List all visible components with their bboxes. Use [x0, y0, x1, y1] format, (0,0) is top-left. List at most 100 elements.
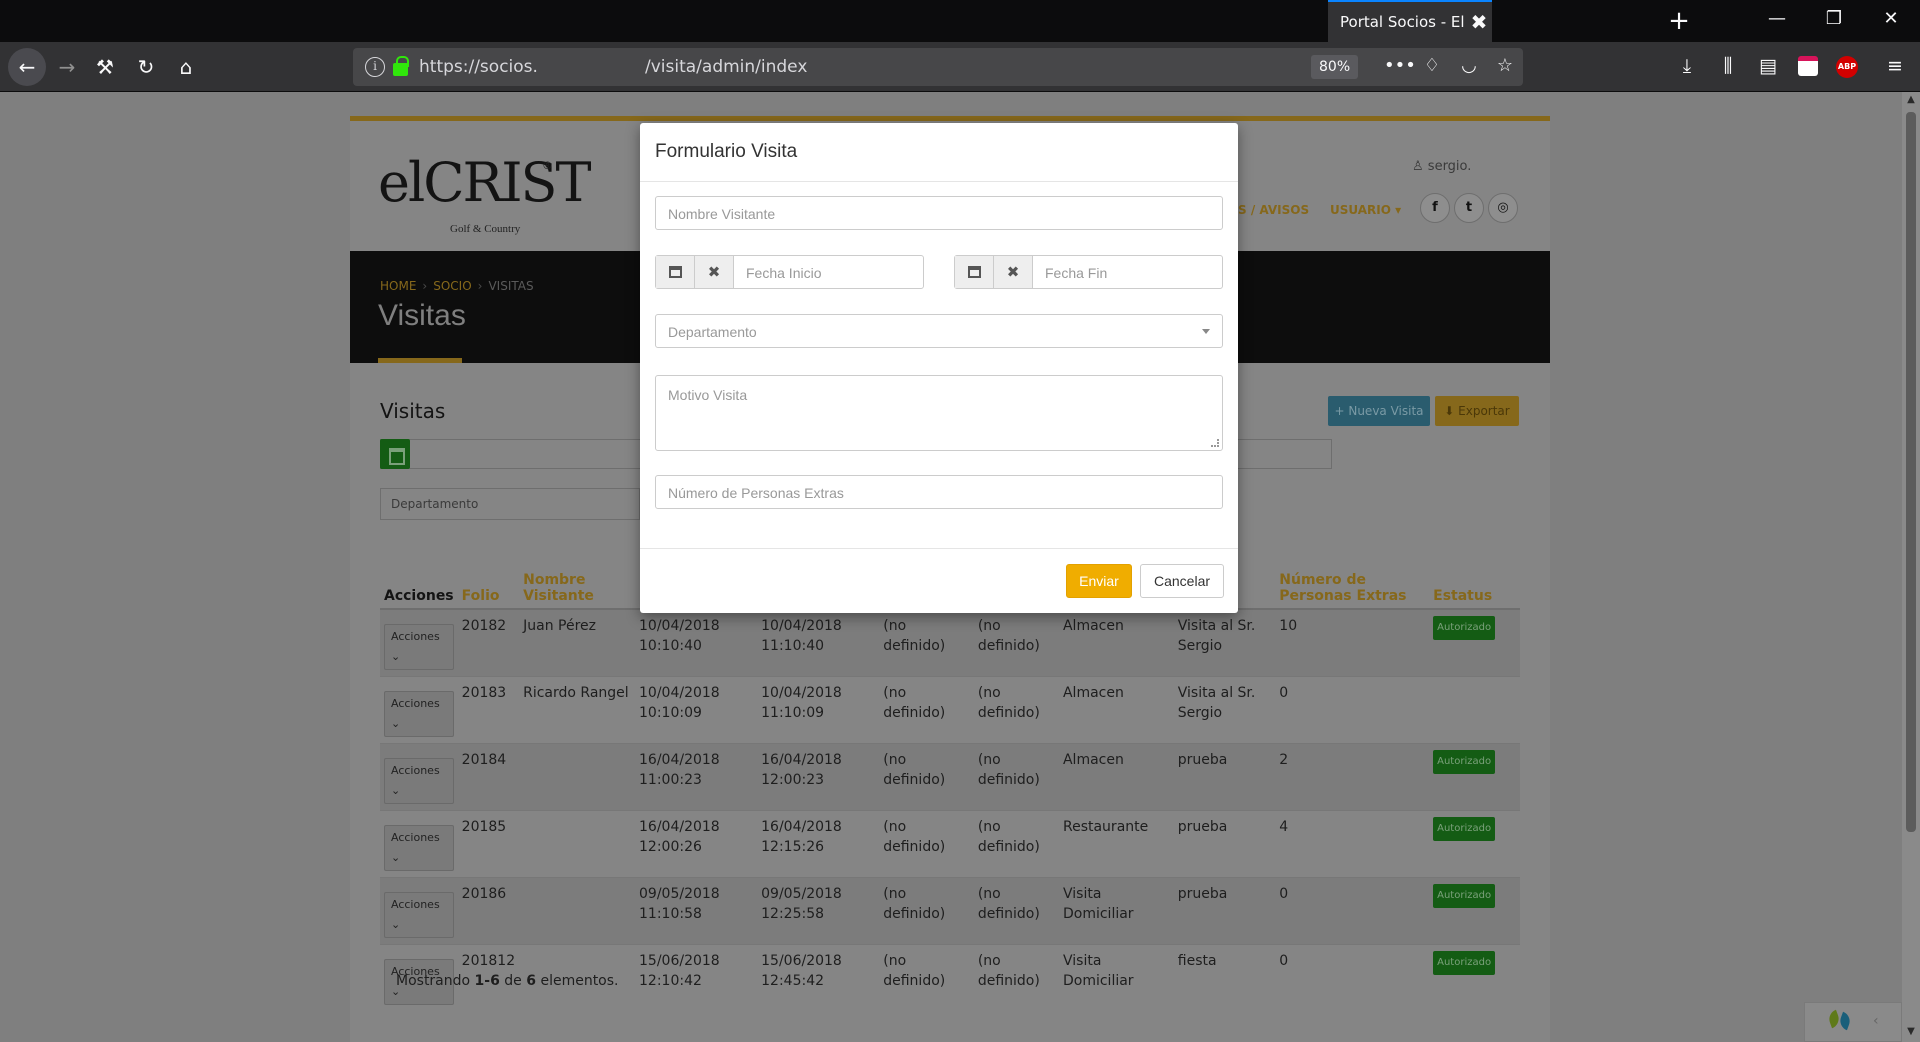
bookmark-star-icon[interactable]: ☆: [1493, 55, 1517, 76]
restore-icon[interactable]: ❐: [1819, 8, 1849, 29]
scrollbar-thumb[interactable]: [1906, 112, 1916, 832]
header-personas-extras[interactable]: Número de Personas Extras: [1275, 565, 1430, 610]
cell-col6: (no definido): [973, 608, 1059, 677]
back-arrow-icon[interactable]: ←: [8, 48, 46, 86]
end-date-field[interactable]: ✖ Fecha Fin: [954, 255, 1223, 289]
summary-total: 6: [526, 973, 536, 989]
zoom-level[interactable]: 80%: [1311, 55, 1359, 79]
new-visit-button[interactable]: + Nueva Visita: [1328, 396, 1430, 426]
sidebar-icon[interactable]: ▤: [1755, 55, 1781, 77]
user-name[interactable]: ♙ sergio.: [1412, 159, 1471, 174]
browser-toolbar: ← → ⚒ ↻ ⌂ i https://socios. /visita/admi…: [0, 42, 1920, 92]
row-actions-dropdown[interactable]: Acciones ⌄: [384, 825, 454, 871]
cell-departamento-text: Visita Domiciliar: [1062, 886, 1134, 922]
logo-registered-mark: ®: [542, 159, 553, 172]
cell-fin: 10/04/2018 11:10:09: [757, 676, 880, 744]
lock-icon[interactable]: [393, 56, 409, 76]
menu-avisos[interactable]: S / AVISOS: [1238, 203, 1309, 217]
row-actions-dropdown[interactable]: Acciones ⌄: [384, 892, 454, 938]
reload-icon[interactable]: ↻: [129, 50, 163, 84]
home-icon[interactable]: ⌂: [169, 50, 203, 84]
modal-header: Formulario Visita: [640, 123, 1238, 182]
cell-motivo: Visita al Sr. Sergio: [1173, 608, 1276, 677]
cell-fin: 09/05/2018 12:25:58: [757, 877, 880, 945]
cell-estatus: Autorizado: [1429, 810, 1520, 878]
resize-handle-icon[interactable]: [1211, 439, 1219, 447]
hamburger-menu-icon[interactable]: ≡: [1882, 55, 1908, 77]
cell-extras-text: 0: [1279, 685, 1289, 701]
instagram-icon[interactable]: ◎: [1488, 193, 1518, 223]
start-date-field[interactable]: ✖ Fecha Inicio: [655, 255, 924, 289]
clear-date-icon[interactable]: ✖: [695, 256, 734, 288]
cell-col5-text: (no definido): [883, 953, 946, 989]
scroll-down-icon[interactable]: ▼: [1902, 1026, 1920, 1037]
export-button[interactable]: ⬇ Exportar: [1435, 396, 1519, 426]
cell-col6-text: (no definido): [977, 618, 1040, 654]
calendar-icon[interactable]: [955, 256, 994, 288]
cell-col6-text: (no definido): [977, 886, 1040, 922]
extra-people-input[interactable]: Número de Personas Extras: [655, 475, 1223, 509]
visit-reason-textarea[interactable]: Motivo Visita: [655, 375, 1223, 451]
visitor-name-input[interactable]: Nombre Visitante: [655, 196, 1223, 230]
page-scrollbar[interactable]: ▲ ▼: [1902, 92, 1920, 1042]
bulb-icon[interactable]: ♢: [1420, 55, 1444, 76]
minimize-icon[interactable]: —: [1762, 8, 1792, 29]
cell-col5-text: (no definido): [883, 752, 946, 788]
wrench-icon[interactable]: ⚒: [88, 50, 122, 84]
cell-folio: 20183: [457, 676, 520, 744]
submit-button[interactable]: Enviar: [1066, 564, 1132, 598]
scroll-up-icon[interactable]: ▲: [1902, 94, 1920, 105]
cell-inicio-text: 16/04/2018 11:00:23: [639, 752, 720, 788]
downloads-icon[interactable]: ⤓: [1674, 55, 1700, 77]
cell-folio: 20186: [457, 877, 520, 945]
cell-inicio: 15/06/2018 12:10:42: [635, 944, 758, 1011]
cell-inicio: 16/04/2018 11:00:23: [635, 743, 758, 811]
new-tab-button[interactable]: +: [1664, 6, 1694, 36]
department-select[interactable]: Departamento: [655, 314, 1223, 348]
row-actions-dropdown[interactable]: Acciones ⌄: [384, 758, 454, 804]
cell-motivo: prueba: [1173, 810, 1276, 878]
header-folio[interactable]: Folio: [457, 565, 520, 610]
cell-col5-text: (no definido): [883, 685, 946, 721]
extension-icon[interactable]: [1798, 56, 1818, 76]
cell-col6: (no definido): [973, 676, 1059, 744]
facebook-icon[interactable]: f: [1420, 193, 1450, 223]
header-nombre[interactable]: Nombre Visitante: [519, 565, 636, 610]
pocket-icon[interactable]: ◡: [1457, 55, 1481, 76]
row-actions-dropdown[interactable]: Acciones ⌄: [384, 691, 454, 737]
twitter-icon[interactable]: t: [1454, 193, 1484, 223]
menu-usuario[interactable]: USUARIO ▾: [1330, 203, 1401, 217]
adblock-icon[interactable]: ABP: [1836, 56, 1858, 78]
cell-fin: 16/04/2018 12:00:23: [757, 743, 880, 811]
breadcrumb-socio[interactable]: SOCIO: [433, 279, 471, 293]
calendar-icon[interactable]: [380, 439, 410, 469]
yii-logo-icon[interactable]: [1829, 1011, 1853, 1035]
cancel-button[interactable]: Cancelar: [1140, 564, 1224, 598]
cell-inicio-text: 15/06/2018 12:10:42: [639, 953, 720, 989]
browser-tab[interactable]: Portal Socios - El ✖: [1328, 0, 1492, 42]
clear-date-icon[interactable]: ✖: [994, 256, 1033, 288]
department-filter[interactable]: Departamento: [380, 488, 640, 520]
debug-toolbar[interactable]: ‹: [1804, 1002, 1902, 1042]
site-logo[interactable]: elCRIST: [378, 151, 592, 214]
url-bar[interactable]: i https://socios. /visita/admin/index 80…: [353, 48, 1523, 86]
cell-col5: (no definido): [879, 944, 974, 1011]
cell-motivo: prueba: [1173, 877, 1276, 945]
chevron-down-icon: [1202, 329, 1210, 334]
chevron-left-icon[interactable]: ‹: [1873, 1013, 1879, 1029]
summary-mid: de: [499, 973, 527, 989]
tab-close-icon[interactable]: ✖: [1466, 10, 1492, 34]
forward-arrow-icon[interactable]: →: [50, 50, 84, 84]
cell-inicio: 10/04/2018 10:10:40: [635, 608, 758, 677]
calendar-icon[interactable]: [656, 256, 695, 288]
header-estatus[interactable]: Estatus: [1429, 565, 1520, 610]
cell-col5-text: (no definido): [883, 618, 946, 654]
breadcrumb-home[interactable]: HOME: [380, 279, 416, 293]
page-actions-icon[interactable]: •••: [1384, 55, 1416, 76]
window-close-icon[interactable]: ✕: [1876, 8, 1906, 29]
cell-extras: 0: [1275, 676, 1430, 744]
site-info-icon[interactable]: i: [365, 57, 385, 77]
library-icon[interactable]: ⫼: [1715, 55, 1741, 77]
cell-col5: (no definido): [879, 877, 974, 945]
row-actions-dropdown[interactable]: Acciones ⌄: [384, 624, 454, 670]
